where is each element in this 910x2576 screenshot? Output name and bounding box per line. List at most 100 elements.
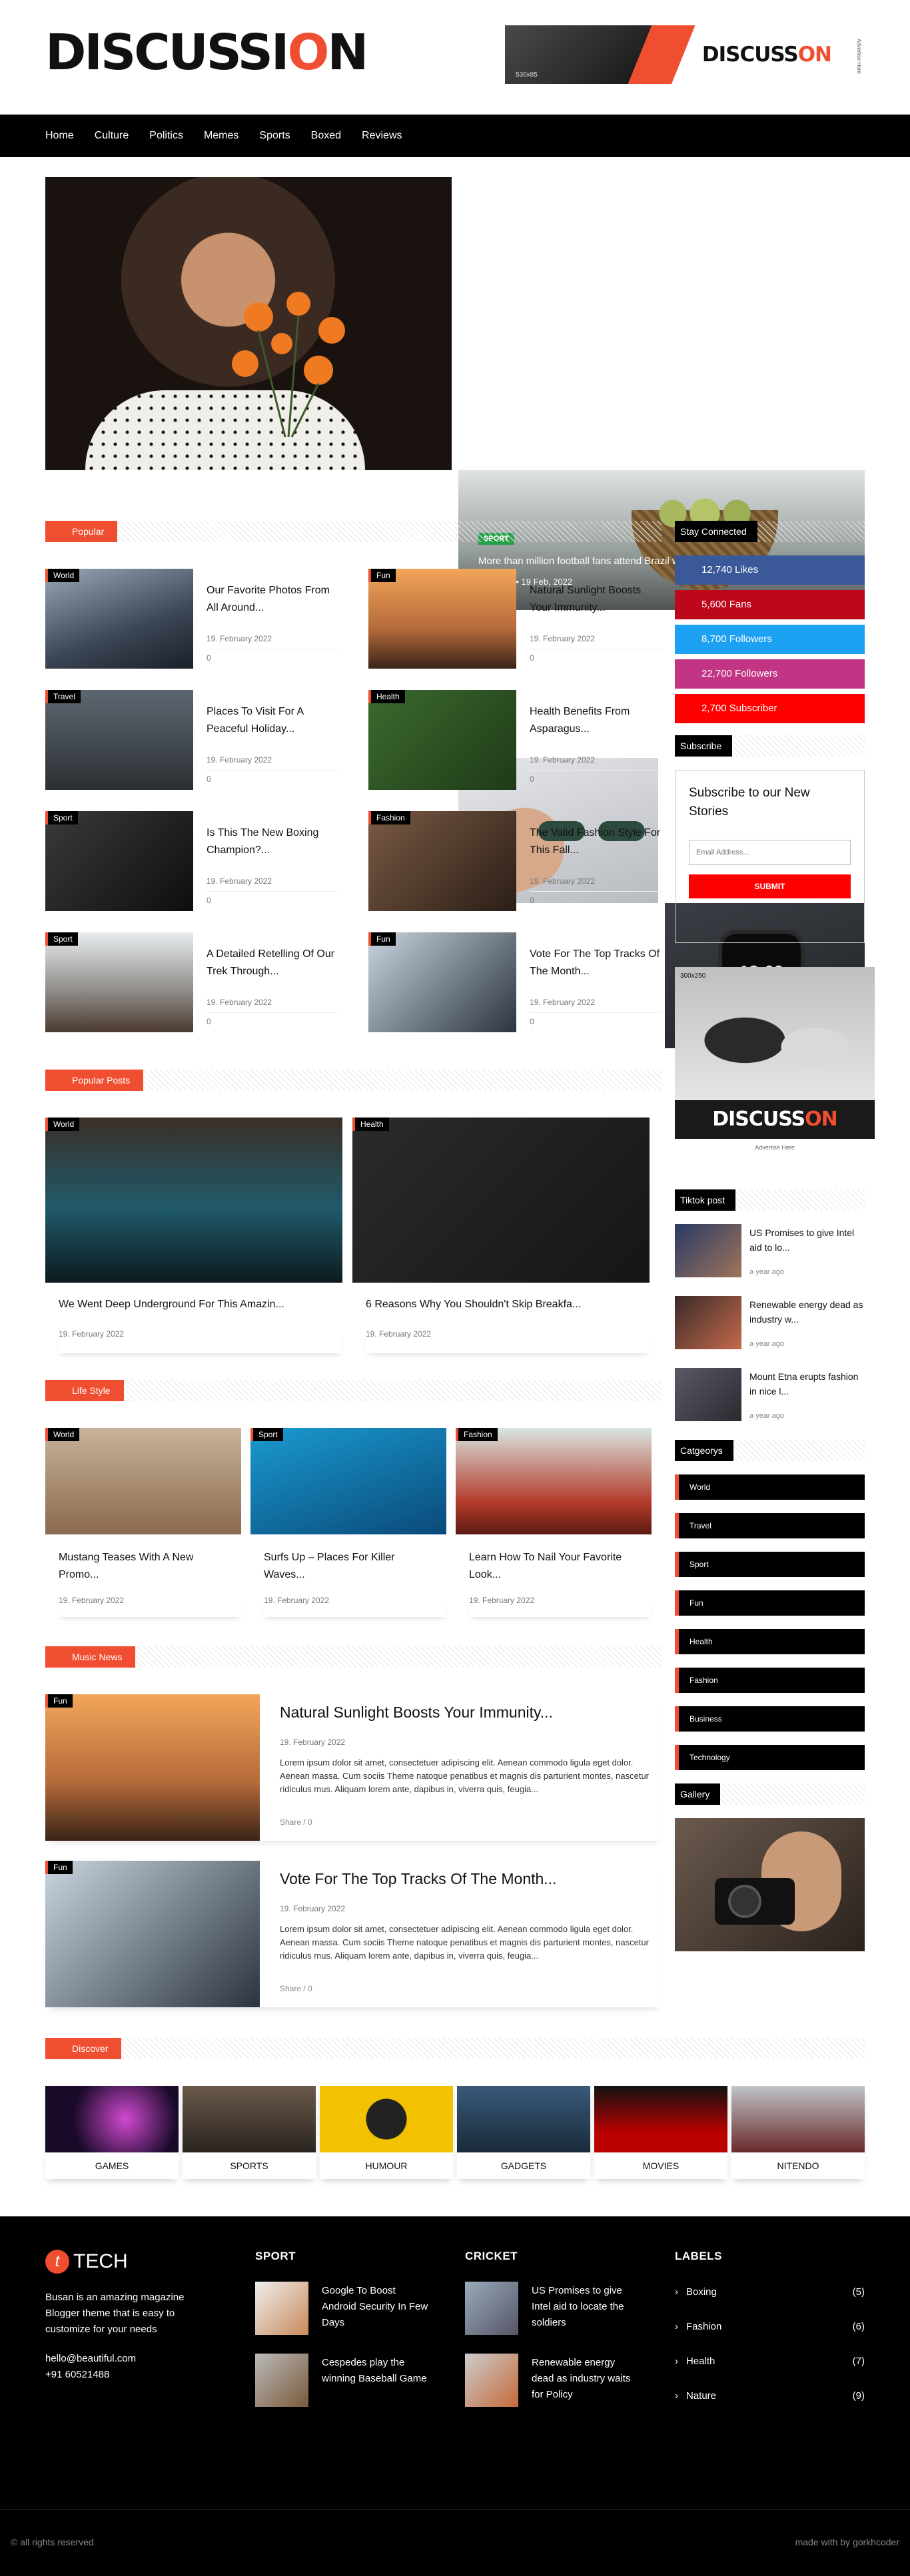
category-link[interactable]: Fun bbox=[675, 1590, 865, 1616]
discover-label[interactable]: HUMOUR bbox=[320, 2152, 453, 2179]
footer-email[interactable]: hello@beautiful.com bbox=[45, 2351, 219, 2367]
discover-card[interactable]: MOVIES bbox=[594, 2086, 727, 2179]
email-input[interactable] bbox=[689, 840, 851, 865]
category-link[interactable]: Technology bbox=[675, 1745, 865, 1770]
post-thumbnail[interactable]: Fashion bbox=[456, 1428, 652, 1534]
category-badge[interactable]: Health bbox=[352, 1118, 389, 1131]
post-thumbnail[interactable]: Travel bbox=[45, 690, 193, 790]
discover-thumbnail[interactable] bbox=[183, 2086, 316, 2152]
header-ad-banner[interactable]: DISCUSSON 530x85 Advertise Here bbox=[505, 25, 865, 84]
discover-thumbnail[interactable] bbox=[731, 2086, 865, 2152]
discover-card[interactable]: GADGETS bbox=[457, 2086, 590, 2179]
post-title[interactable]: Cespedes play the winning Baseball Game bbox=[322, 2355, 428, 2387]
post-title[interactable]: US Promises to give Intel aid to locate … bbox=[532, 2283, 638, 2331]
discover-label[interactable]: GAMES bbox=[45, 2152, 179, 2179]
post-thumbnail[interactable]: Fun bbox=[368, 932, 516, 1032]
category-link[interactable]: Travel bbox=[675, 1513, 865, 1538]
post-title[interactable]: Vote For The Top Tracks Of The Month... bbox=[530, 946, 662, 980]
post-thumbnail[interactable]: Sport bbox=[250, 1428, 446, 1534]
made-with-text[interactable]: made with by gorkhcoder bbox=[795, 2537, 899, 2547]
discover-thumbnail[interactable] bbox=[45, 2086, 179, 2152]
site-logo[interactable]: DISCUSSIO N bbox=[45, 28, 368, 77]
category-badge[interactable]: Sport bbox=[45, 932, 78, 946]
post-title[interactable]: We Went Deep Underground For This Amazin… bbox=[59, 1299, 342, 1311]
submit-button[interactable]: SUBMIT bbox=[689, 874, 851, 898]
discover-label[interactable]: NITENDO bbox=[731, 2152, 865, 2179]
category-badge[interactable]: Sport bbox=[45, 811, 78, 824]
category-link[interactable]: Health bbox=[675, 1629, 865, 1654]
post-thumbnail[interactable] bbox=[675, 1296, 741, 1349]
post-thumbnail[interactable]: Health bbox=[352, 1118, 650, 1283]
post-title[interactable]: Google To Boost Android Security In Few … bbox=[322, 2283, 428, 2331]
post-title[interactable]: Learn How To Nail Your Favorite Look... bbox=[469, 1549, 638, 1584]
share-count[interactable]: Share / 0 bbox=[280, 1817, 653, 1827]
post-title[interactable]: A Detailed Retelling Of Our Trek Through… bbox=[207, 946, 338, 980]
post-title[interactable]: Renewable energy dead as industry waits … bbox=[532, 2355, 638, 2403]
post-title[interactable]: The Valid Fashion Style For This Fall... bbox=[530, 824, 662, 859]
post-title[interactable]: Natural Sunlight Boosts Your Immunity... bbox=[530, 582, 662, 617]
post-title[interactable]: Is This The New Boxing Champion?... bbox=[207, 824, 338, 859]
nav-item[interactable]: Sports bbox=[259, 115, 290, 157]
post-thumbnail[interactable] bbox=[675, 1224, 741, 1277]
category-badge[interactable]: World bbox=[45, 1428, 80, 1441]
discover-label[interactable]: MOVIES bbox=[594, 2152, 727, 2179]
nav-item[interactable]: Boxed bbox=[311, 115, 341, 157]
post-title[interactable]: Surfs Up – Places For Killer Waves... bbox=[264, 1549, 433, 1584]
post-thumbnail[interactable]: World bbox=[45, 1118, 342, 1283]
discover-card[interactable]: GAMES bbox=[45, 2086, 179, 2179]
post-title[interactable]: Health Benefits From Asparagus... bbox=[530, 703, 662, 738]
post-thumbnail[interactable] bbox=[255, 2354, 308, 2407]
social-counter[interactable]: 5,600 Fans bbox=[675, 590, 865, 619]
discover-thumbnail[interactable] bbox=[594, 2086, 727, 2152]
category-badge[interactable]: World bbox=[45, 1118, 80, 1131]
category-badge[interactable]: Fun bbox=[368, 932, 396, 946]
post-title[interactable]: Natural Sunlight Boosts Your Immunity... bbox=[280, 1704, 653, 1722]
category-link[interactable]: World bbox=[675, 1474, 865, 1500]
discover-label[interactable]: GADGETS bbox=[457, 2152, 590, 2179]
discover-label[interactable]: SPORTS bbox=[183, 2152, 316, 2179]
category-badge[interactable]: Fun bbox=[45, 1861, 73, 1874]
post-title[interactable]: Vote For The Top Tracks Of The Month... bbox=[280, 1870, 653, 1888]
post-thumbnail[interactable]: Fun bbox=[368, 569, 516, 669]
category-badge[interactable]: Health bbox=[368, 690, 405, 703]
post-thumbnail[interactable] bbox=[675, 1368, 741, 1421]
post-thumbnail[interactable]: Fun bbox=[45, 1861, 260, 2007]
label-name[interactable]: Health bbox=[675, 2344, 715, 2379]
category-link[interactable]: Business bbox=[675, 1706, 865, 1732]
discover-card[interactable]: SPORTS bbox=[183, 2086, 316, 2179]
label-name[interactable]: Nature bbox=[675, 2379, 716, 2414]
footer-label-link[interactable]: Nature (9) bbox=[675, 2379, 865, 2414]
sidebar-ad-note[interactable]: Advertise Here bbox=[675, 1144, 875, 1151]
post-title[interactable]: 6 Reasons Why You Shouldn't Skip Breakfa… bbox=[366, 1299, 650, 1311]
discover-card[interactable]: HUMOUR bbox=[320, 2086, 453, 2179]
post-thumbnail[interactable]: Fashion bbox=[368, 811, 516, 911]
category-badge[interactable]: Fun bbox=[368, 569, 396, 582]
footer-label-link[interactable]: Fashion (6) bbox=[675, 2310, 865, 2344]
nav-item[interactable]: Memes bbox=[204, 115, 238, 157]
category-link[interactable]: Fashion bbox=[675, 1668, 865, 1693]
sidebar-ad[interactable]: 300x250 DISCUSSON bbox=[675, 967, 875, 1139]
discover-thumbnail[interactable] bbox=[320, 2086, 453, 2152]
post-title[interactable]: Our Favorite Photos From All Around... bbox=[207, 582, 338, 617]
hero-main-image[interactable] bbox=[45, 177, 452, 470]
category-link[interactable]: Sport bbox=[675, 1552, 865, 1577]
post-title[interactable]: Places To Visit For A Peaceful Holiday..… bbox=[207, 703, 338, 738]
category-badge[interactable]: World bbox=[45, 569, 80, 582]
footer-phone[interactable]: +91 60521488 bbox=[45, 2367, 219, 2383]
post-thumbnail[interactable] bbox=[465, 2354, 518, 2407]
post-title[interactable]: Mustang Teases With A New Promo... bbox=[59, 1549, 228, 1584]
category-badge[interactable]: Fashion bbox=[368, 811, 410, 824]
label-name[interactable]: Boxing bbox=[675, 2275, 717, 2310]
gallery-image[interactable] bbox=[675, 1818, 865, 1951]
nav-item[interactable]: Reviews bbox=[362, 115, 402, 157]
footer-label-link[interactable]: Boxing (5) bbox=[675, 2275, 865, 2310]
post-thumbnail[interactable]: World bbox=[45, 1428, 241, 1534]
nav-item[interactable]: Culture bbox=[95, 115, 129, 157]
post-title[interactable]: Mount Etna erupts fashion in nice l... bbox=[749, 1369, 865, 1413]
discover-card[interactable]: NITENDO bbox=[731, 2086, 865, 2179]
discover-thumbnail[interactable] bbox=[457, 2086, 590, 2152]
post-thumbnail[interactable]: Sport bbox=[45, 811, 193, 911]
footer-label-link[interactable]: Health (7) bbox=[675, 2344, 865, 2379]
category-badge[interactable]: Fun bbox=[45, 1694, 73, 1708]
social-counter[interactable]: 22,700 Followers bbox=[675, 659, 865, 689]
